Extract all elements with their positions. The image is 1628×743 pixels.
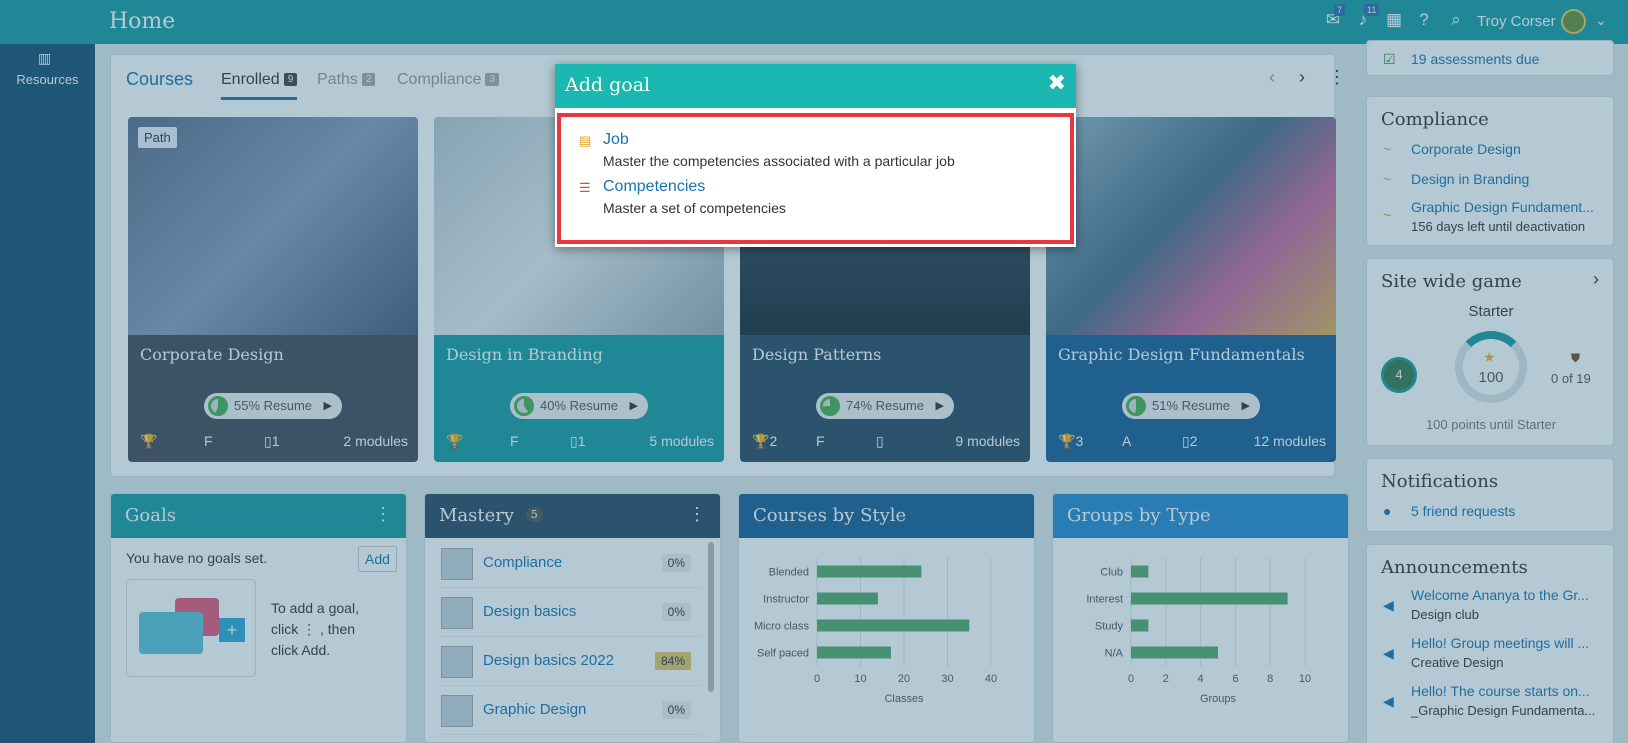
add-goal-dialog: Add goal ✖ ▤ Job Master the competencies… (555, 64, 1076, 247)
competencies-option[interactable]: Competencies (603, 178, 705, 196)
job-option[interactable]: Job (603, 131, 629, 149)
list-icon: ☰ (579, 180, 591, 195)
briefcase-icon: ▤ (579, 133, 592, 148)
competencies-option-desc: Master a set of competencies (603, 200, 786, 216)
close-icon[interactable]: ✖ (1048, 71, 1066, 96)
job-option-desc: Master the competencies associated with … (603, 153, 955, 169)
dialog-title: Add goal (565, 74, 651, 96)
dialog-header: Add goal ✖ (555, 64, 1076, 108)
dialog-body: ▤ Job Master the competencies associated… (557, 113, 1074, 244)
